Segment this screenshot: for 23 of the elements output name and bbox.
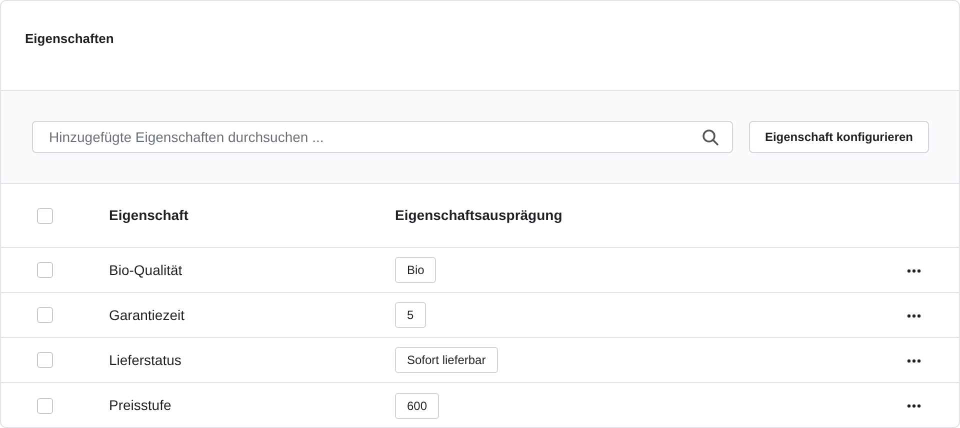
checkbox[interactable] — [37, 307, 53, 323]
column-header: Eigenschaftsausprägung — [395, 207, 562, 223]
search-icon[interactable] — [702, 129, 719, 146]
property-name: Garantiezeit — [109, 306, 184, 322]
checkbox[interactable] — [37, 262, 53, 278]
property-name: Lieferstatus — [109, 352, 182, 368]
more-icon[interactable] — [907, 404, 921, 408]
more-icon[interactable] — [907, 314, 921, 318]
search-field[interactable]: Hinzugefügte Eigenschaften durchsuchen ... — [32, 121, 733, 153]
value-tag: Sofort lieferbar — [395, 347, 498, 373]
checkbox[interactable] — [37, 208, 53, 224]
value-tag: 5 — [395, 302, 426, 328]
checkbox[interactable] — [37, 352, 53, 368]
card-title: Eigenschaften — [25, 30, 115, 48]
column-header: Eigenschaft — [109, 207, 188, 223]
checkbox[interactable] — [37, 398, 53, 414]
configure-button[interactable]: Eigenschaft konfigurieren — [748, 121, 929, 153]
value-tag: Bio — [395, 257, 436, 283]
more-icon[interactable] — [907, 268, 921, 273]
value-tag: 600 — [395, 392, 440, 418]
more-icon[interactable] — [907, 358, 921, 363]
property-name: Bio-Qualität — [109, 262, 182, 278]
property-name: Preisstufe — [109, 397, 172, 413]
